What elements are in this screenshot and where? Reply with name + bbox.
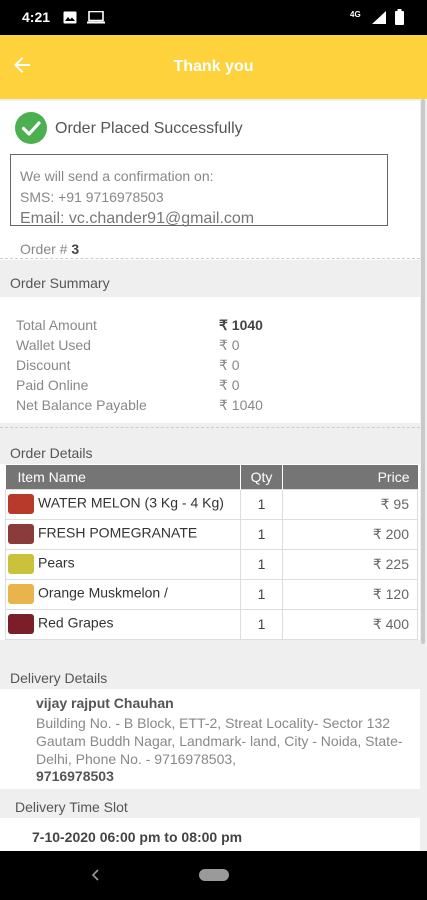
column-header-item: Item Name <box>5 465 241 489</box>
order-confirmation-card: Order Placed Successfully We will send a… <box>0 101 420 260</box>
item-name: WATER MELON (3 Kg - 4 Kg) <box>38 494 224 511</box>
item-name: Red Grapes <box>38 614 114 631</box>
delivery-details-card: vijay rajput Chauhan Building No. - B Bl… <box>0 689 420 789</box>
summary-label-wallet: Wallet Used <box>16 337 91 353</box>
divider <box>0 427 420 428</box>
table-row: FRESH POMEGRANATE 1 ₹ 200 <box>5 518 418 550</box>
item-name-cell: WATER MELON (3 Kg - 4 Kg) <box>5 488 241 520</box>
watermelon-thumbnail-icon <box>8 494 34 514</box>
table-row: Pears 1 ₹ 225 <box>5 548 418 580</box>
item-name-cell: Red Grapes <box>5 608 241 640</box>
item-name-cell: FRESH POMEGRANATE <box>5 518 241 550</box>
confirmation-intro: We will send a confirmation on: <box>20 168 214 184</box>
item-name-cell: Pears <box>5 548 241 580</box>
table-row: WATER MELON (3 Kg - 4 Kg) 1 ₹ 95 <box>5 488 418 520</box>
confirmation-sms: SMS: +91 9716978503 <box>20 189 164 205</box>
grapes-thumbnail-icon <box>8 614 34 634</box>
summary-value-wallet: ₹ 0 <box>219 337 240 353</box>
item-price: ₹ 400 <box>282 608 418 640</box>
delivery-phone: 9716978503 <box>36 768 114 784</box>
delivery-slot-heading: Delivery Time Slot <box>15 799 128 815</box>
signal-icon <box>372 11 386 24</box>
muskmelon-thumbnail-icon <box>8 584 34 604</box>
scrollbar[interactable] <box>421 99 425 644</box>
item-name: Pears <box>38 554 75 571</box>
item-name: Orange Muskmelon / <box>38 584 168 601</box>
order-details-card: Item Name Qty Price WATER MELON (3 Kg - … <box>0 464 420 640</box>
order-number-label: Order # <box>20 241 68 257</box>
item-price: ₹ 95 <box>282 488 418 520</box>
address-line: Gautam Buddh Nagar, Landmark- land, City… <box>36 733 403 749</box>
table-row: Orange Muskmelon / 1 ₹ 120 <box>5 578 418 610</box>
item-qty: 1 <box>240 488 283 520</box>
column-header-price: Price <box>282 465 418 489</box>
battery-icon <box>395 9 404 25</box>
delivery-name: vijay rajput Chauhan <box>36 695 174 711</box>
table-row: Red Grapes 1 ₹ 400 <box>5 608 418 640</box>
item-qty: 1 <box>240 578 283 610</box>
address-line: Delhi, Phone No. - 9716978503, <box>36 751 237 767</box>
delivery-slot-value: 7-10-2020 06:00 pm to 08:00 pm <box>32 829 243 845</box>
status-time: 4:21 <box>22 9 51 25</box>
item-price: ₹ 200 <box>282 518 418 550</box>
network-type-label: 4G <box>350 10 361 19</box>
summary-label-discount: Discount <box>16 357 71 373</box>
summary-label-net-balance: Net Balance Payable <box>16 397 147 413</box>
system-navigation-bar <box>0 851 427 900</box>
order-details-heading: Order Details <box>10 445 93 461</box>
summary-value-discount: ₹ 0 <box>219 357 240 373</box>
delivery-slot-card: 7-10-2020 06:00 pm to 08:00 pm <box>0 818 420 851</box>
item-name: FRESH POMEGRANATE <box>38 524 198 541</box>
order-number-value: 3 <box>71 241 80 257</box>
summary-value-paid-online: ₹ 0 <box>219 377 240 393</box>
checkmark-icon <box>15 112 47 144</box>
address-line: Building No. - B Block, ETT-2, Streat Lo… <box>36 715 391 731</box>
cast-notification-icon <box>87 11 105 24</box>
item-price: ₹ 225 <box>282 548 418 580</box>
item-name-cell: Orange Muskmelon / <box>5 578 241 610</box>
page-title: Thank you <box>173 58 254 75</box>
status-bar: 4:21 4G <box>0 0 427 35</box>
pears-thumbnail-icon <box>8 554 34 574</box>
image-notification-icon <box>63 11 77 24</box>
order-items-table: Item Name Qty Price WATER MELON (3 Kg - … <box>5 465 418 640</box>
confirmation-email: Email: vc.chander91@gmail.com <box>20 210 255 227</box>
app-bar: Thank you <box>0 35 427 99</box>
nav-home-pill[interactable] <box>199 869 229 881</box>
content-scroll[interactable]: Order Placed Successfully We will send a… <box>0 99 427 851</box>
summary-value-total: ₹ 1040 <box>219 317 263 333</box>
summary-label-paid-online: Paid Online <box>16 377 89 393</box>
confirmation-box: We will send a confirmation on: SMS: +91… <box>10 154 388 227</box>
summary-value-net-balance: ₹ 1040 <box>219 397 263 413</box>
item-qty: 1 <box>240 518 283 550</box>
order-number: Order # 3 <box>20 241 79 257</box>
item-qty: 1 <box>240 548 283 580</box>
order-summary-card: Total Amount ₹ 1040 Wallet Used ₹ 0 Disc… <box>0 297 420 423</box>
order-summary-heading: Order Summary <box>10 275 110 291</box>
order-placed-heading: Order Placed Successfully <box>55 120 243 137</box>
pomegranate-thumbnail-icon <box>8 524 34 544</box>
delivery-details-heading: Delivery Details <box>10 670 108 686</box>
nav-back-icon[interactable] <box>88 867 104 883</box>
column-header-qty: Qty <box>240 465 283 489</box>
item-price: ₹ 120 <box>282 578 418 610</box>
delivery-address: Building No. - B Block, ETT-2, Streat Lo… <box>36 714 414 768</box>
divider <box>0 258 420 259</box>
item-qty: 1 <box>240 608 283 640</box>
table-header-row: Item Name Qty Price <box>5 465 418 489</box>
summary-label-total: Total Amount <box>16 317 97 333</box>
